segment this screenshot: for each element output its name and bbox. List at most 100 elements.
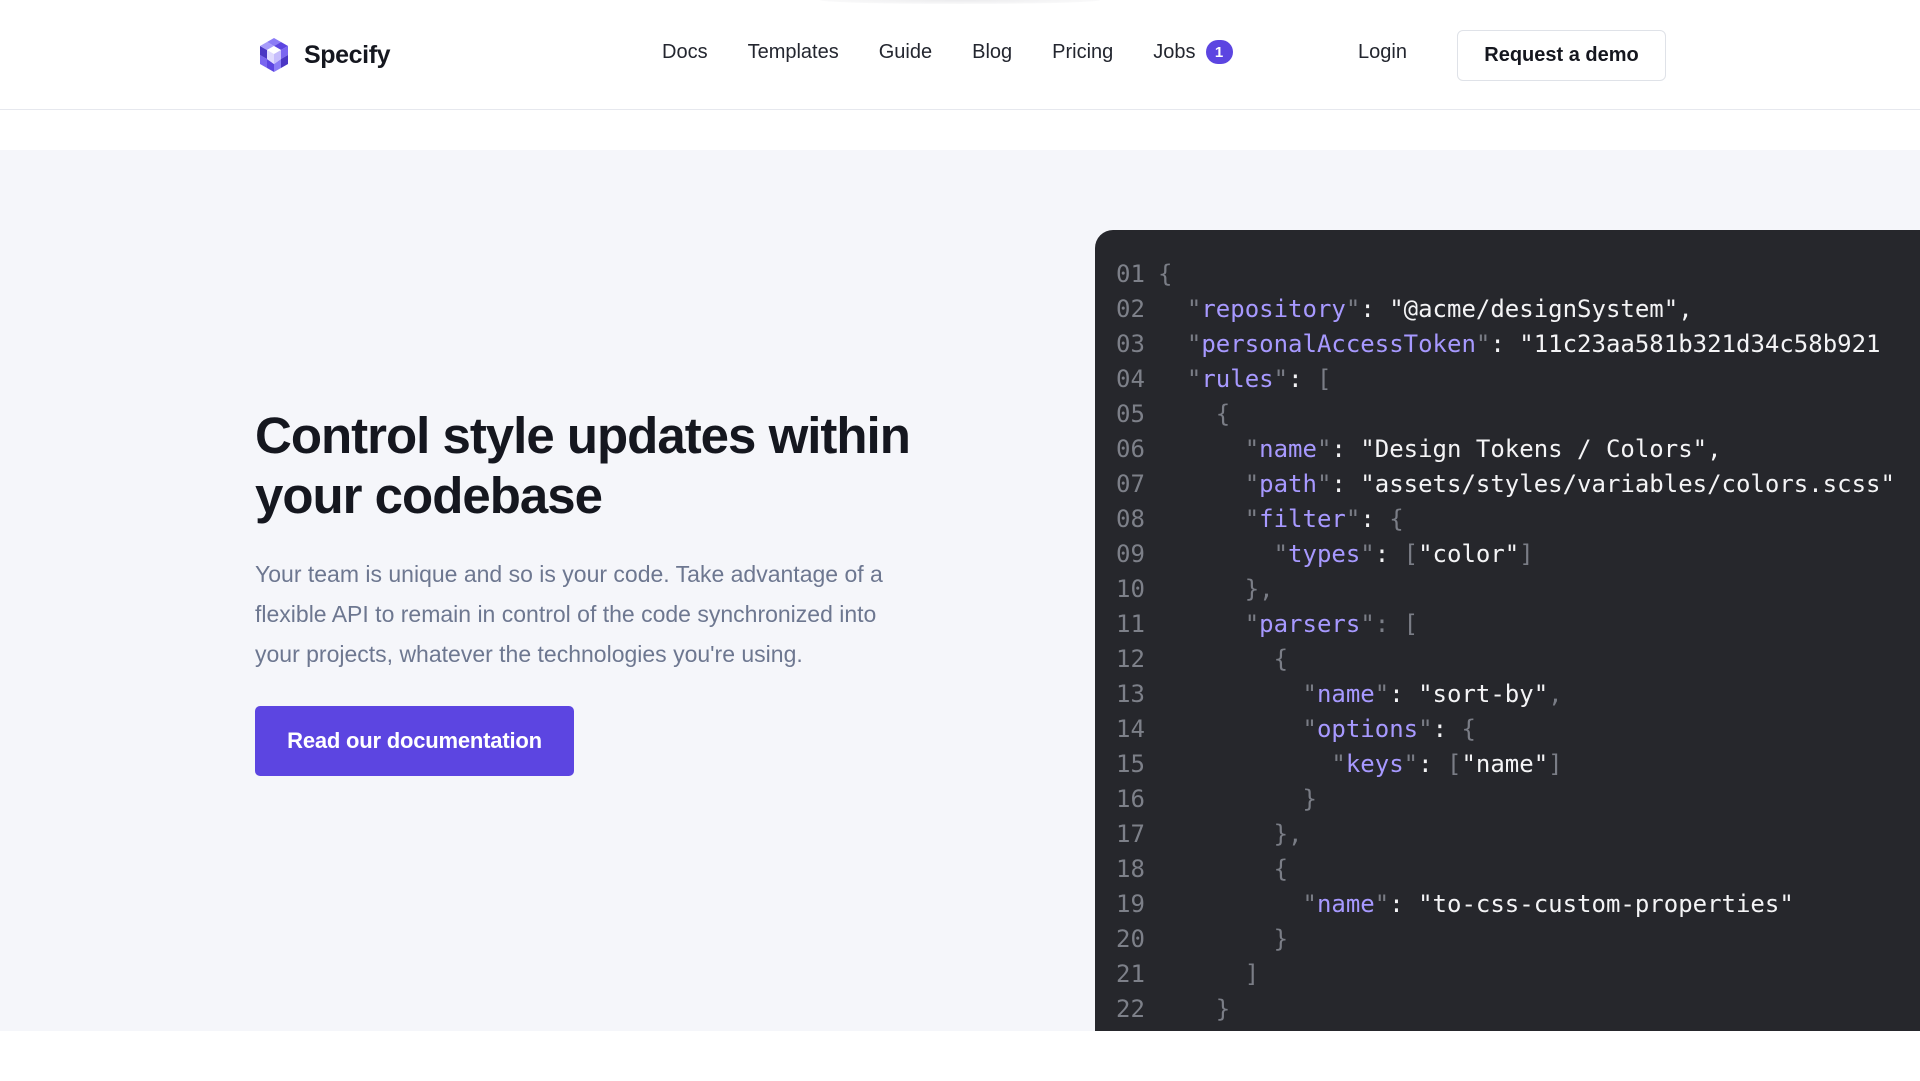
nav-link-jobs[interactable]: Jobs 1 — [1153, 40, 1233, 64]
code-token: rules — [1201, 365, 1274, 393]
code-text: { — [1158, 257, 1172, 292]
line-number: 13 — [1116, 680, 1145, 708]
line-number: 04 — [1116, 365, 1145, 393]
line-number: 01 — [1116, 260, 1145, 288]
code-token: , — [1548, 680, 1563, 708]
code-token: } — [1302, 785, 1317, 813]
line-number: 22 — [1116, 995, 1145, 1023]
code-text: "name": "to-css-custom-properties" — [1158, 887, 1794, 922]
code-token: : — [1288, 365, 1317, 393]
code-line: 04 "rules": [ — [1095, 362, 1920, 397]
code-line: 14 "options": { — [1095, 712, 1920, 747]
code-line: 08 "filter": { — [1095, 502, 1920, 537]
line-number: 12 — [1116, 645, 1145, 673]
code-text: { — [1158, 642, 1288, 677]
code-text: "name": "sort-by", — [1158, 677, 1563, 712]
code-token: ] — [1519, 540, 1534, 568]
code-token: [ — [1403, 540, 1419, 568]
code-token: : "assets/styles/variables/colors.scss" — [1331, 470, 1895, 498]
code-text: { — [1158, 852, 1288, 887]
line-number: 02 — [1116, 295, 1145, 323]
code-token: " — [1244, 435, 1260, 463]
code-line: 22 } — [1095, 992, 1920, 1027]
line-number: 17 — [1116, 820, 1145, 848]
code-token: "color" — [1418, 540, 1520, 568]
code-line: 05 { — [1095, 397, 1920, 432]
site-header: Specify Docs Templates Guide Blog Pricin… — [0, 0, 1920, 110]
code-token: { — [1273, 855, 1289, 883]
line-number: 20 — [1116, 925, 1145, 953]
code-line: 02 "repository": "@acme/designSystem", — [1095, 292, 1920, 327]
code-token: " — [1418, 715, 1433, 743]
code-token: { — [1273, 645, 1289, 673]
code-token: " — [1186, 365, 1202, 393]
code-token: " — [1475, 330, 1491, 358]
code-token: "name" — [1461, 750, 1549, 778]
code-token: " — [1374, 680, 1390, 708]
login-link[interactable]: Login — [1358, 41, 1407, 64]
code-token: [ — [1447, 750, 1462, 778]
code-token: name — [1259, 435, 1317, 463]
code-token: " — [1302, 715, 1317, 743]
code-token: ] — [1244, 960, 1260, 988]
code-token: " — [1273, 540, 1289, 568]
nav-link-blog[interactable]: Blog — [972, 41, 1012, 64]
code-token: { — [1158, 260, 1173, 288]
request-demo-button[interactable]: Request a demo — [1457, 30, 1666, 81]
line-number: 16 — [1116, 785, 1145, 813]
hero-title: Control style updates within your codeba… — [255, 407, 911, 524]
main-nav: Docs Templates Guide Blog Pricing Jobs 1 — [662, 40, 1233, 64]
line-number: 11 — [1116, 610, 1145, 638]
code-token: types — [1288, 540, 1361, 568]
code-token: " — [1374, 890, 1390, 918]
code-token: : "sort-by" — [1389, 680, 1549, 708]
nav-link-pricing[interactable]: Pricing — [1052, 41, 1113, 64]
code-text: "filter": { — [1158, 502, 1404, 537]
code-text: "repository": "@acme/designSystem", — [1158, 292, 1693, 327]
code-token: filter — [1259, 505, 1346, 533]
code-token: { — [1461, 715, 1476, 743]
logo-link[interactable]: Specify — [254, 35, 391, 75]
nav-link-guide[interactable]: Guide — [879, 41, 932, 64]
line-number: 05 — [1116, 400, 1145, 428]
logo-text: Specify — [304, 40, 391, 69]
hero-section: Control style updates within your codeba… — [0, 150, 1920, 1031]
code-token: " — [1273, 365, 1289, 393]
nav-link-jobs-label: Jobs — [1153, 40, 1196, 63]
code-token: : — [1374, 540, 1404, 568]
code-line: 16 } — [1095, 782, 1920, 817]
nav-link-docs[interactable]: Docs — [662, 41, 708, 64]
code-line: 17 }, — [1095, 817, 1920, 852]
code-token: " — [1302, 890, 1317, 918]
specify-logo-icon — [260, 38, 288, 72]
code-line: 19 "name": "to-css-custom-properties" — [1095, 887, 1920, 922]
code-text: { — [1158, 397, 1230, 432]
code-token: }, — [1273, 820, 1303, 848]
code-token: : "11c23aa581b321d34c58b921 — [1490, 330, 1881, 358]
code-token: ": [ — [1360, 610, 1419, 638]
hero-description: Your team is unique and so is your code.… — [255, 561, 883, 667]
code-line: 07 "path": "assets/styles/variables/colo… — [1095, 467, 1920, 502]
nav-link-templates[interactable]: Templates — [748, 41, 839, 64]
code-line: 06 "name": "Design Tokens / Colors", — [1095, 432, 1920, 467]
code-token: : — [1418, 750, 1447, 778]
code-token: path — [1259, 470, 1317, 498]
code-token: : "to-css-custom-properties" — [1389, 890, 1794, 918]
code-token: " — [1302, 680, 1317, 708]
code-token: keys — [1345, 750, 1404, 778]
jobs-count-badge: 1 — [1205, 40, 1233, 64]
line-number: 09 — [1116, 540, 1145, 568]
read-documentation-button[interactable]: Read our documentation — [255, 706, 574, 776]
header-shadow — [820, 0, 1100, 4]
code-token: : "Design Tokens / Colors", — [1331, 435, 1722, 463]
